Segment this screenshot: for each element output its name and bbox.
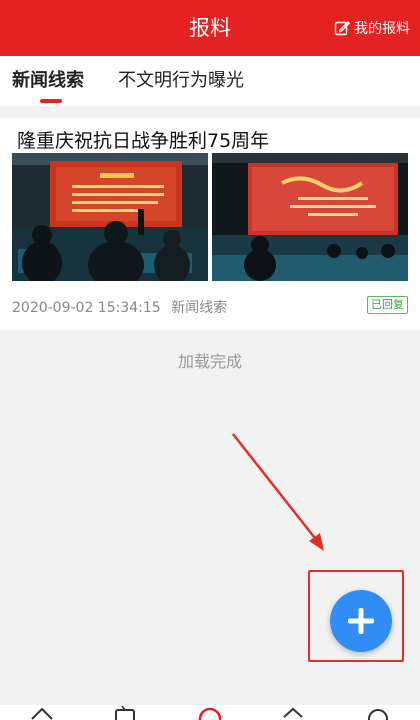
service-icon[interactable] (281, 705, 305, 720)
home-icon[interactable] (30, 705, 54, 720)
plus-icon (348, 608, 374, 634)
user-icon[interactable] (366, 705, 390, 720)
tv-icon[interactable] (113, 705, 137, 720)
add-report-button[interactable] (330, 590, 392, 652)
bottom-nav (0, 705, 420, 720)
report-icon[interactable] (198, 705, 222, 720)
